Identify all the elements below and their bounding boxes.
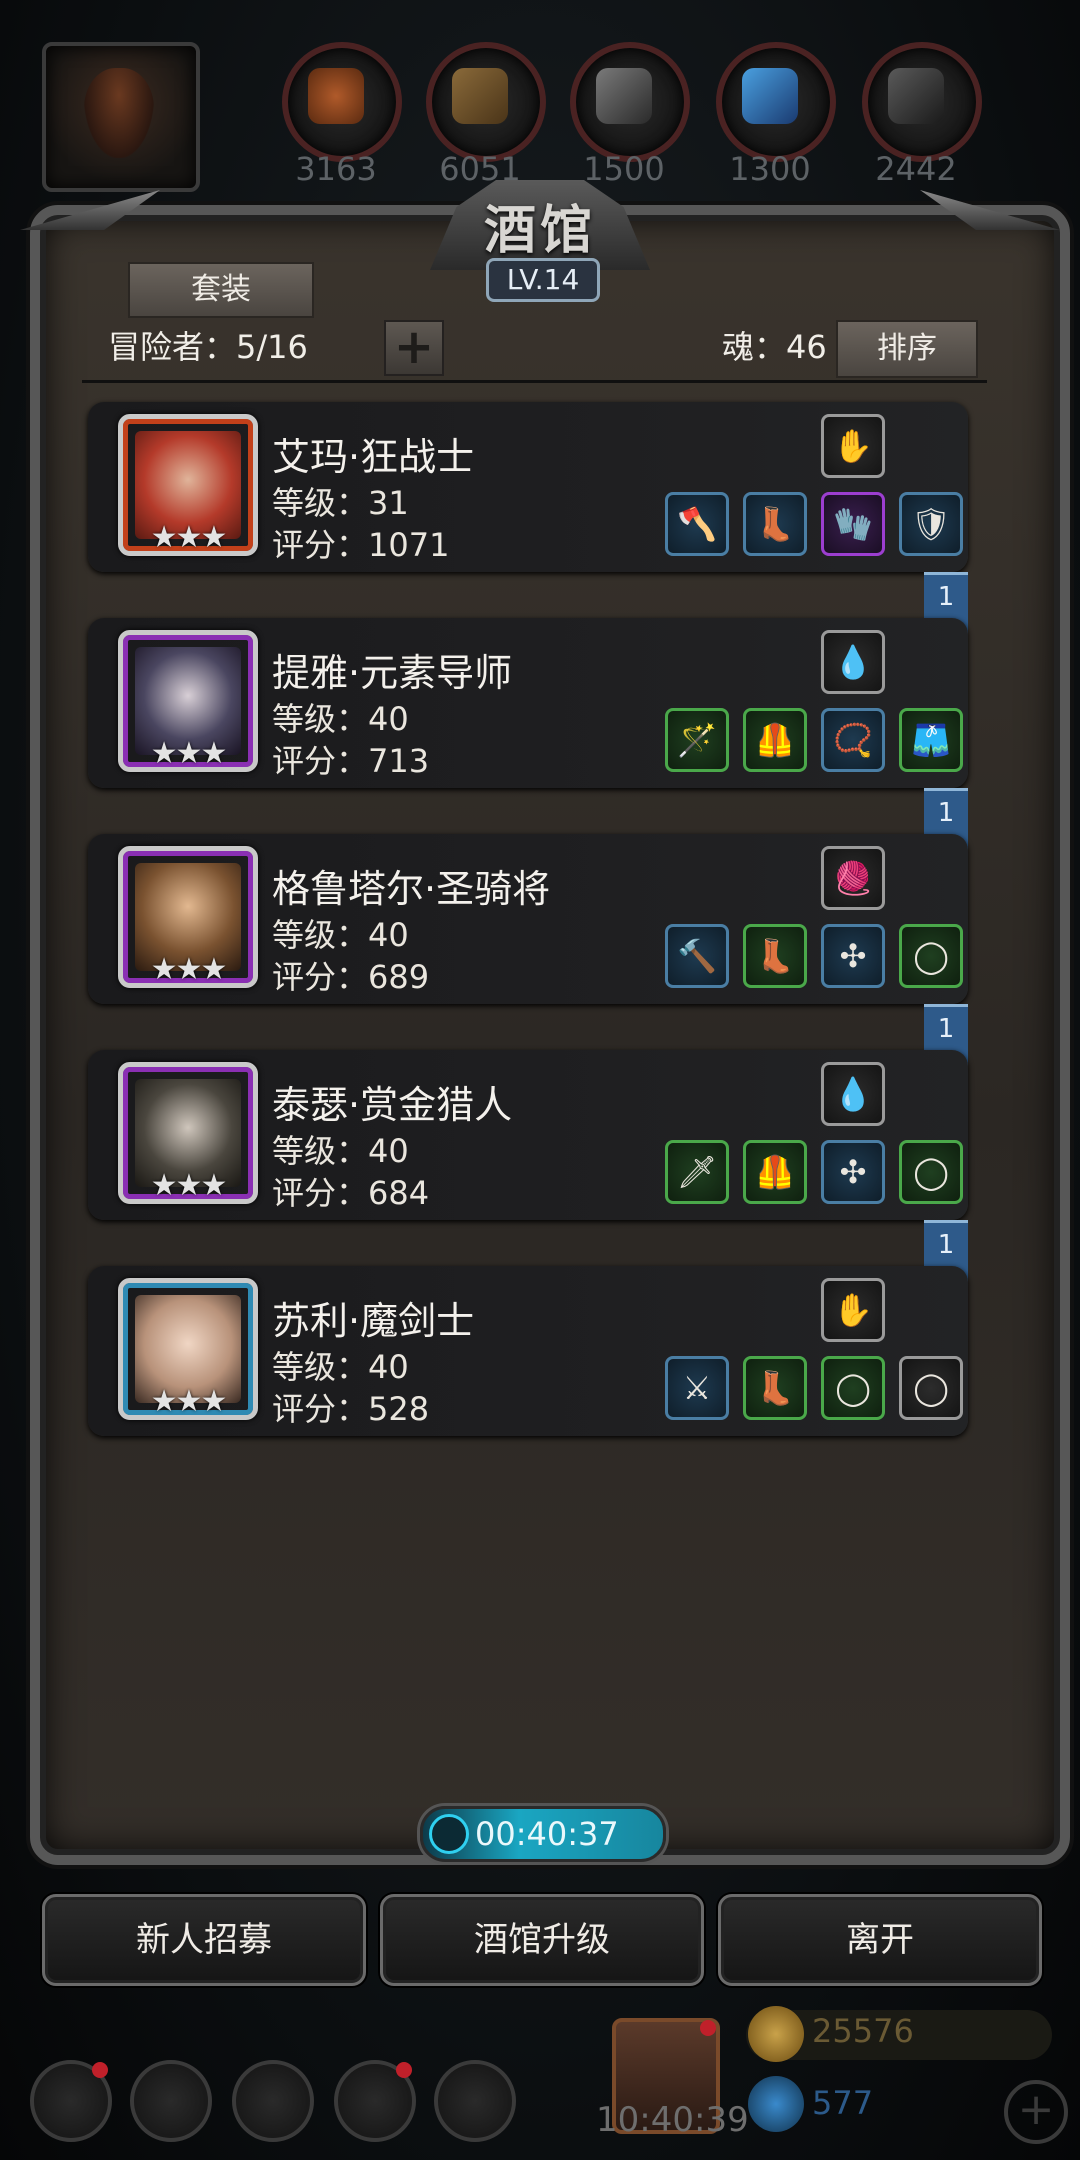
resource-crystal-value: 1300 bbox=[729, 150, 811, 188]
gem-icon bbox=[748, 2076, 804, 2132]
recruit-button[interactable]: 新人招募 bbox=[42, 1894, 366, 1986]
achievement-icon[interactable] bbox=[130, 2060, 212, 2142]
set-button[interactable]: 套装 bbox=[128, 262, 314, 318]
recruit-timer: 00:40:37 bbox=[420, 1806, 666, 1862]
chest-armor-icon[interactable]: 🦺 bbox=[743, 1140, 807, 1204]
fur-gloves-icon[interactable]: 🧶 bbox=[821, 846, 885, 910]
hero-name: 格鲁塔尔·圣骑将 bbox=[272, 867, 551, 911]
chest-armor-icon[interactable]: 🦺 bbox=[743, 708, 807, 772]
star-rating: ★★★ bbox=[150, 1168, 228, 1203]
resource-wood bbox=[426, 42, 546, 162]
ring-icon[interactable]: ◯ bbox=[899, 924, 963, 988]
resource-stone-value: 2442 bbox=[875, 150, 957, 188]
hero-portrait[interactable]: ★★★ bbox=[118, 846, 258, 988]
resource-iron bbox=[570, 42, 690, 162]
player-avatar[interactable] bbox=[42, 42, 200, 192]
ring-icon[interactable]: ◯ bbox=[899, 1356, 963, 1420]
staff-icon[interactable]: 🪄 bbox=[665, 708, 729, 772]
hero-level: 等级：40 bbox=[272, 700, 409, 738]
ring-icon[interactable]: ◯ bbox=[821, 1356, 885, 1420]
resource-meat-value: 3163 bbox=[295, 150, 377, 188]
notification-dot bbox=[700, 2020, 716, 2036]
divider bbox=[82, 380, 987, 383]
hero-name: 提雅·元素导师 bbox=[272, 651, 513, 695]
shield-icon[interactable]: 🛡 bbox=[899, 492, 963, 556]
hero-name: 艾玛·狂战士 bbox=[272, 435, 475, 479]
hero-card[interactable]: ★★★ 苏利·魔剑士 等级：40 评分：528 ✋ ⚔ 👢 ◯ ◯ bbox=[88, 1266, 968, 1436]
hero-name: 苏利·魔剑士 bbox=[272, 1299, 475, 1343]
leg-armor-icon[interactable]: 🩳 bbox=[899, 708, 963, 772]
hero-score: 评分：713 bbox=[272, 742, 430, 780]
hero-card[interactable]: ★★★ 格鲁塔尔·圣骑将 等级：40 评分：689 🧶 🔨 👢 ✣ ◯ bbox=[88, 834, 968, 1004]
hero-score: 评分：684 bbox=[272, 1174, 430, 1212]
hud-clock: 10:40:39 bbox=[596, 2100, 749, 2140]
star-rating: ★★★ bbox=[150, 952, 228, 987]
hero-score: 评分：1071 bbox=[272, 526, 450, 564]
adventurer-count: 冒险者：5/16 bbox=[108, 328, 308, 366]
tavern-level-badge: LV.14 bbox=[486, 258, 600, 302]
clock-icon bbox=[429, 1814, 469, 1854]
notification-dot bbox=[396, 2062, 412, 2078]
bracer-icon[interactable]: 🧤 bbox=[821, 492, 885, 556]
dagger-icon[interactable]: 🗡 bbox=[665, 1140, 729, 1204]
meat-icon bbox=[308, 68, 364, 124]
hero-card[interactable]: ★★★ 艾玛·狂战士 等级：31 评分：1071 ✋ 🪓 👢 🧤 🛡 bbox=[88, 402, 968, 572]
hero-score: 评分：689 bbox=[272, 958, 430, 996]
settings-icon[interactable] bbox=[30, 2060, 112, 2142]
gauntlet-icon[interactable]: ✋ bbox=[821, 414, 885, 478]
mail-icon[interactable] bbox=[334, 2060, 416, 2142]
hero-level: 等级：40 bbox=[272, 1348, 409, 1386]
axe-icon[interactable]: 🪓 bbox=[665, 492, 729, 556]
crystal-glove-icon[interactable]: 💧 bbox=[821, 1062, 885, 1126]
sword-icon[interactable]: ⚔ bbox=[665, 1356, 729, 1420]
hero-score: 评分：528 bbox=[272, 1390, 430, 1428]
upgrade-tavern-button[interactable]: 酒馆升级 bbox=[380, 1894, 704, 1986]
hero-level: 等级：40 bbox=[272, 916, 409, 954]
hero-portrait[interactable]: ★★★ bbox=[118, 414, 258, 556]
leave-button[interactable]: 离开 bbox=[718, 1894, 1042, 1986]
hero-portrait[interactable]: ★★★ bbox=[118, 630, 258, 772]
notification-dot bbox=[92, 2062, 108, 2078]
timer-text: 00:40:37 bbox=[475, 1815, 619, 1853]
hero-card[interactable]: ★★★ 提雅·元素导师 等级：40 评分：713 💧 🪄 🦺 📿 🩳 bbox=[88, 618, 968, 788]
hero-name: 泰瑟·赏金猎人 bbox=[272, 1083, 513, 1127]
stone-icon bbox=[888, 68, 944, 124]
resource-stone bbox=[862, 42, 982, 162]
boots-icon[interactable]: 👢 bbox=[743, 924, 807, 988]
pendant-icon[interactable]: ✣ bbox=[821, 924, 885, 988]
sort-button[interactable]: 排序 bbox=[836, 320, 978, 378]
pendant-icon[interactable]: ✣ bbox=[821, 1140, 885, 1204]
gold-coin-icon bbox=[748, 2006, 804, 2062]
hero-portrait[interactable]: ★★★ bbox=[118, 1062, 258, 1204]
hero-card[interactable]: ★★★ 泰瑟·赏金猎人 等级：40 评分：684 💧 🗡 🦺 ✣ ◯ bbox=[88, 1050, 968, 1220]
castle-icon[interactable] bbox=[232, 2060, 314, 2142]
star-rating: ★★★ bbox=[150, 520, 228, 555]
iron-icon bbox=[596, 68, 652, 124]
handshake-icon[interactable] bbox=[434, 2060, 516, 2142]
star-rating: ★★★ bbox=[150, 736, 228, 771]
ring-icon[interactable]: ◯ bbox=[899, 1140, 963, 1204]
gem-amount: 577 bbox=[812, 2084, 874, 2122]
boots-icon[interactable]: 👢 bbox=[743, 1356, 807, 1420]
boots-icon[interactable]: 👢 bbox=[743, 492, 807, 556]
hammer-icon[interactable]: 🔨 bbox=[665, 924, 729, 988]
gold-amount: 25576 bbox=[812, 2012, 914, 2050]
amulet-icon[interactable]: 📿 bbox=[821, 708, 885, 772]
page-title: 酒馆 bbox=[483, 201, 596, 261]
crystal-icon bbox=[742, 68, 798, 124]
star-rating: ★★★ bbox=[150, 1384, 228, 1419]
hero-level: 等级：40 bbox=[272, 1132, 409, 1170]
crystal-glove-icon[interactable]: 💧 bbox=[821, 630, 885, 694]
add-adventurer-button[interactable]: + bbox=[384, 320, 444, 376]
gauntlet-icon[interactable]: ✋ bbox=[821, 1278, 885, 1342]
soul-count: 魂：46 bbox=[722, 328, 827, 366]
hero-level: 等级：31 bbox=[272, 484, 409, 522]
resource-meat bbox=[282, 42, 402, 162]
resource-crystal bbox=[716, 42, 836, 162]
hooded-figure-icon bbox=[84, 68, 154, 158]
hero-portrait[interactable]: ★★★ bbox=[118, 1278, 258, 1420]
wood-icon bbox=[452, 68, 508, 124]
add-icon[interactable]: + bbox=[1004, 2080, 1068, 2144]
